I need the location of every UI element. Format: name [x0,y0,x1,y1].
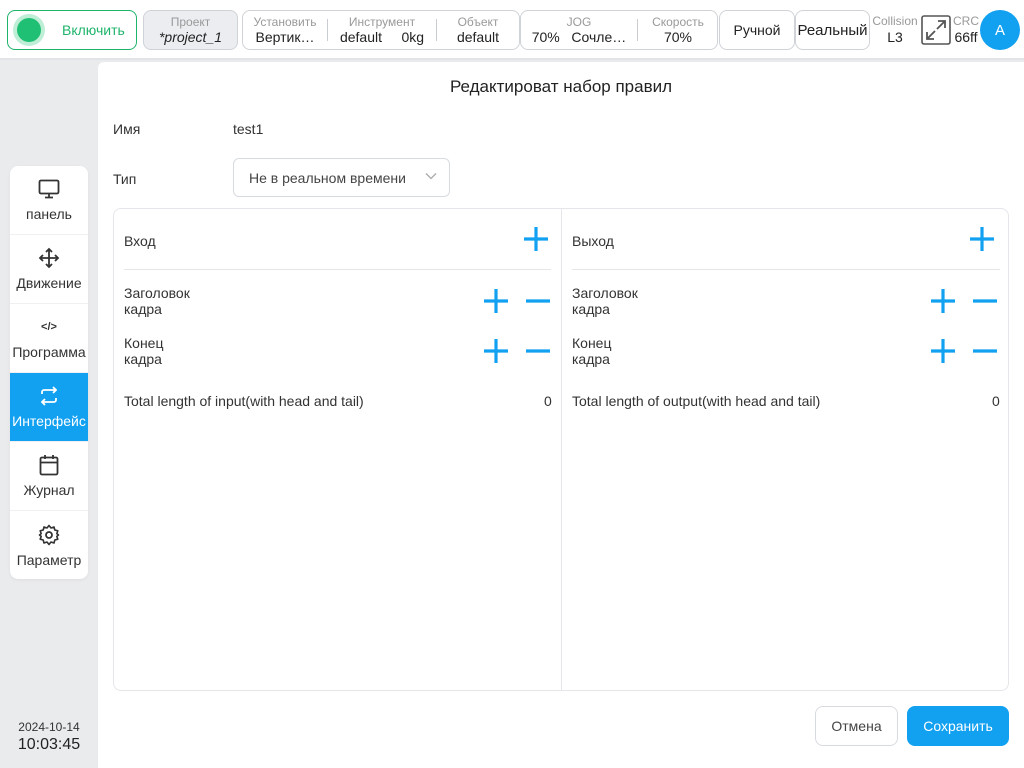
speed-segment[interactable]: Скорость 70% [638,11,718,49]
install-caption: Установить [253,15,317,29]
output-title: Выход [572,233,614,249]
input-header-label: Заголовок кадра [124,285,190,317]
input-column: Вход Заголовок кадра Конец кадра Total l… [114,209,562,690]
output-column: Выход Заголовок кадра Конец кадра Total … [562,209,1010,690]
add-output-icon[interactable] [968,225,996,253]
manual-mode-button[interactable]: Ручной [719,10,795,50]
jog-speed-panel[interactable]: JOG 70% Сочле… Скорость 70% [520,10,718,50]
add-header-icon[interactable] [482,287,510,315]
crc-value: 66ff [954,29,978,45]
move-icon [38,247,60,269]
jog-caption: JOG [566,15,592,29]
nav-item-motion[interactable]: Движение [10,235,88,304]
nav-item-interface[interactable]: Интерфейс [10,373,88,442]
power-indicator-icon [17,18,41,42]
speed-value: 70% [663,29,693,45]
output-total-value: 0 [992,393,1000,409]
nav-item-log[interactable]: Журнал [10,442,88,511]
remove-header-icon[interactable] [971,287,999,315]
remove-end-icon[interactable] [524,337,552,365]
chevron-down-icon [425,173,437,180]
tool-segment[interactable]: Инструмент default 0kg [328,11,436,49]
nav-item-dashboard[interactable]: панель [10,166,88,235]
nav-item-label: панель [26,206,72,222]
swap-icon [38,385,60,407]
tool-value: default 0kg [339,29,425,45]
tool-caption: Инструмент [348,15,416,29]
output-header-label: Заголовок кадра [572,285,638,317]
crc-caption: CRC [953,14,979,28]
jog-value: 70% Сочле… [531,29,627,45]
add-header-icon[interactable] [929,287,957,315]
monitor-icon [38,178,60,200]
power-button[interactable]: Включить [7,10,137,50]
output-end-label: Конец кадра [572,335,612,367]
project-caption: Проект [170,15,211,29]
add-end-icon[interactable] [482,337,510,365]
speed-caption: Скорость [652,15,704,29]
current-date: 2024-10-14 [18,720,80,734]
nav-item-settings[interactable]: Параметр [10,511,88,579]
cancel-button[interactable]: Отмена [815,706,898,746]
project-selector[interactable]: Проект *project_1 [143,10,238,50]
collision-value: L3 [887,29,903,45]
collision-caption: Collision [872,14,918,28]
calendar-icon [38,454,60,476]
add-end-icon[interactable] [929,337,957,365]
top-status-bar: Включить Проект *project_1 Установить Ве… [0,0,1024,60]
input-end-label: Конец кадра [124,335,164,367]
divider [124,269,551,270]
side-navigation: панель Движение </> Программа Интерфейс … [10,166,88,579]
power-label: Включить [62,22,125,38]
remove-header-icon[interactable] [524,287,552,315]
type-select-value: Не в реальном времени [249,169,406,186]
clock: 2024-10-14 10:03:45 [0,720,98,754]
nav-item-label: Интерфейс [12,413,86,429]
input-total-value: 0 [544,393,552,409]
nav-item-label: Журнал [23,482,75,498]
crc-info: CRC 66ff [951,14,981,46]
input-title: Вход [124,233,156,249]
type-select[interactable]: Не в реальном времени [233,158,450,197]
save-button[interactable]: Сохранить [907,706,1009,746]
jog-segment[interactable]: JOG 70% Сочле… [521,11,637,49]
type-label: Тип [113,171,137,187]
name-value: test1 [233,121,264,137]
expand-icon[interactable] [921,15,951,45]
object-value: default [456,29,500,45]
divider [572,269,1000,270]
object-segment[interactable]: Объект default [437,11,519,49]
user-avatar[interactable]: A [980,10,1020,50]
collision-level: Collision L3 [872,14,918,46]
current-time: 10:03:45 [17,736,81,753]
remove-end-icon[interactable] [971,337,999,365]
nav-item-program[interactable]: </> Программа [10,304,88,373]
nav-item-label: Движение [16,275,82,291]
edit-ruleset-panel: Редактироват набор правил Имя test1 Тип … [98,62,1024,768]
rules-editor: Вход Заголовок кадра Конец кадра Total l… [113,208,1009,691]
output-total-label: Total length of output(with head and tai… [572,393,821,409]
add-input-icon[interactable] [522,225,550,253]
install-value: Вертик… [255,29,315,45]
input-total-label: Total length of input(with head and tail… [124,393,364,409]
object-caption: Объект [457,15,499,29]
installation-panel[interactable]: Установить Вертик… Инструмент default 0k… [242,10,520,50]
nav-item-label: Программа [12,344,86,360]
real-mode-button[interactable]: Реальный [795,10,870,50]
gear-icon [38,524,60,546]
name-label: Имя [113,121,141,137]
code-icon: </> [41,321,57,333]
page-title: Редактироват набор правил [449,77,673,96]
install-segment[interactable]: Установить Вертик… [243,11,327,49]
project-name: *project_1 [158,29,223,45]
nav-item-label: Параметр [16,551,82,568]
